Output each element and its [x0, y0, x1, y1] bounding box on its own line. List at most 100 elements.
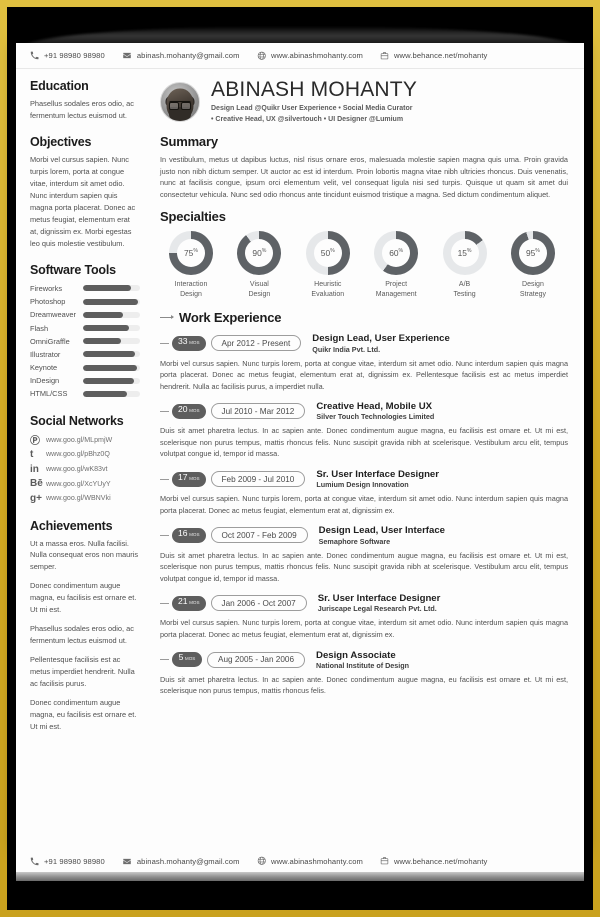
work-experience-item: 33 MOS Apr 2012 - Present Design Lead, User…	[160, 333, 568, 392]
globe-icon	[257, 856, 267, 866]
job-title: Design Lead, User Experience	[312, 333, 450, 345]
skill-row: Dreamweaver	[30, 308, 140, 321]
duration-unit: MOS	[189, 407, 200, 413]
summary-text: In vestibulum, metus ut dapibus luctus, …	[160, 155, 568, 199]
job-description: Morbi vel cursus sapien. Nunc turpis lor…	[160, 618, 568, 639]
profile-header: ABINASH MOHANTY Design Lead @Quikr User …	[160, 78, 568, 125]
achievement-paragraph: Ut a massa eros. Nulla facilisi. Nulla c…	[30, 538, 139, 572]
contact-item-phone[interactable]: +91 98980 98980	[30, 857, 105, 866]
twitter-icon: t	[30, 448, 34, 460]
timeline-tick	[160, 659, 169, 661]
contact-item-portfolio[interactable]: www.behance.net/mohanty	[380, 51, 487, 61]
contact-text: +91 98980 98980	[44, 51, 105, 60]
contact-text: abinash.mohanty@gmail.com	[136, 856, 240, 866]
avatar	[160, 82, 200, 123]
skill-label: OmniGraffle	[30, 336, 70, 346]
social-url: www.goo.gl/XcYUyY	[46, 479, 111, 488]
job-company: Semaphore Software	[318, 536, 391, 546]
job-title: Design Associate	[316, 649, 396, 661]
donut-label: Design Strategy	[519, 281, 546, 298]
social-link-row[interactable]: g+ www.goo.gl/WBNVki	[30, 491, 140, 506]
skill-label: Dreamweaver	[30, 310, 77, 320]
work-experience-item: 5 MOS Aug 2005 - Jan 2006 Design Associate N…	[160, 650, 568, 697]
duration-badge: 17 MOS	[172, 471, 206, 487]
skill-row: Photoshop	[30, 295, 140, 308]
job-header: 33 MOS Apr 2012 - Present Design Lead, User…	[160, 333, 568, 354]
date-range-pill: Feb 2009 - Jul 2010	[210, 471, 306, 488]
social-link-row[interactable]: in www.goo.gl/wK83vt	[30, 462, 140, 477]
behance-icon: Bē	[30, 478, 43, 490]
job-company: Quikr India Pvt. Ltd.	[312, 344, 381, 354]
objectives-text: Morbi vel cursus sapien. Nunc turpis lor…	[30, 154, 136, 248]
donut-value: 95%	[525, 248, 540, 259]
job-header: 21 MOS Jan 2006 - Oct 2007 Sr. User Interfa…	[160, 593, 568, 613]
phone-icon	[30, 51, 39, 60]
work-experience-item: 17 MOS Feb 2009 - Jul 2010 Sr. User Interfa…	[160, 469, 568, 516]
software-tools-list: Fireworks Photoshop Dreamweaver Flash OmniGr…	[30, 282, 140, 401]
googleplus-icon: g+	[30, 492, 42, 504]
skill-label: Illustrator	[30, 349, 61, 359]
social-link-row[interactable]: t www.goo.gl/pBhz0Q	[30, 447, 140, 462]
achievements-text: Ut a massa eros. Nulla facilisi. Nulla c…	[30, 538, 140, 734]
contact-item-globe[interactable]: www.abinashmohanty.com	[257, 51, 363, 61]
linkedin-icon: in	[30, 463, 39, 475]
specialties-heading: Specialties	[160, 209, 226, 225]
timeline-tick	[160, 534, 169, 536]
job-header: 17 MOS Feb 2009 - Jul 2010 Sr. User Interfa…	[160, 469, 568, 489]
duration-months: 16	[178, 527, 188, 538]
work-experience-header: Work Experience	[160, 310, 568, 325]
contact-text: +91 98980 98980	[44, 856, 105, 866]
skill-track	[83, 351, 140, 358]
donut-value: 50%	[320, 248, 335, 259]
contact-item-email[interactable]: abinash.mohanty@gmail.com	[122, 51, 240, 60]
social-link-row[interactable]: Ⓟwww.goo.gl/MLpmjW	[30, 433, 140, 448]
duration-months: 33	[178, 335, 188, 346]
contact-item-email[interactable]: abinash.mohanty@gmail.com	[122, 857, 240, 866]
skill-row: Flash	[30, 321, 140, 334]
social-link-row[interactable]: Bē www.goo.gl/XcYUyY	[30, 476, 140, 491]
date-range-pill: Oct 2007 - Feb 2009	[210, 527, 308, 544]
skill-row: Keynote	[30, 361, 140, 374]
skill-row: Illustrator	[30, 348, 140, 361]
donut-value: 75%	[184, 248, 198, 259]
contact-item-portfolio[interactable]: www.behance.net/mohanty	[380, 856, 487, 866]
specialty-heuristic-evaluation: 50% Heuristic Evaluation	[297, 231, 359, 299]
job-company: Silver Touch Technologies Limited	[316, 412, 435, 422]
skill-fill	[83, 390, 128, 397]
portfolio-icon	[380, 856, 389, 866]
job-description: Duis sit amet pharetra lectus. In ac sap…	[160, 674, 568, 696]
job-titles: Creative Head, Mobile UX Silver Touch Tec…	[316, 401, 434, 421]
skill-label: Fireworks	[30, 283, 63, 293]
specialty-interaction-design: 75% Interaction Design	[160, 231, 222, 299]
duration-badge: 33 MOS	[172, 335, 206, 351]
skill-fill	[83, 325, 129, 331]
contact-text: www.abinashmohanty.com	[271, 856, 363, 866]
objectives-heading: Objectives	[30, 134, 92, 149]
donut-value: 90%	[252, 248, 267, 259]
achievement-paragraph: Donec condimentum augue magna, eu facili…	[30, 698, 137, 732]
donut-label: Project Management	[375, 281, 417, 298]
skill-track	[83, 338, 140, 345]
work-experience-item: 21 MOS Jan 2006 - Oct 2007 Sr. User Interfa…	[160, 593, 568, 640]
donut-gauge: 60%	[374, 231, 419, 276]
social-url: www.goo.gl/pBhz0Q	[46, 450, 110, 459]
globe-icon	[257, 51, 267, 61]
contact-item-globe[interactable]: www.abinashmohanty.com	[257, 856, 363, 866]
donut-gauge: 75%	[169, 231, 213, 276]
specialties-section: Specialties 75% Interaction Design 90% Visua…	[160, 209, 568, 299]
date-range-pill: Jan 2006 - Oct 2007	[210, 595, 307, 612]
work-experience-item: 16 MOS Oct 2007 - Feb 2009 Design Lead, Use…	[160, 525, 568, 584]
duration-badge: 16 MOS	[172, 527, 206, 543]
arrow-icon	[160, 314, 174, 320]
email-icon	[122, 51, 132, 60]
footer-paper: +91 98980 98980 abinash.mohanty@gmail.com…	[16, 848, 584, 874]
specialty-project-management: 60% Project Management	[365, 231, 427, 299]
contact-text: www.abinashmohanty.com	[271, 51, 363, 60]
summary-heading: Summary	[160, 134, 218, 150]
contact-item-phone[interactable]: +91 98980 98980	[30, 51, 105, 60]
header-contact-bar: +91 98980 98980 abinash.mohanty@gmail.com…	[16, 43, 584, 69]
sidebar: Education Phasellus sodales eros odio, a…	[16, 69, 152, 847]
job-header: 5 MOS Aug 2005 - Jan 2006 Design Associate N…	[160, 650, 568, 670]
donut-gauge: 90%	[237, 231, 282, 276]
duration-months: 20	[178, 403, 188, 414]
